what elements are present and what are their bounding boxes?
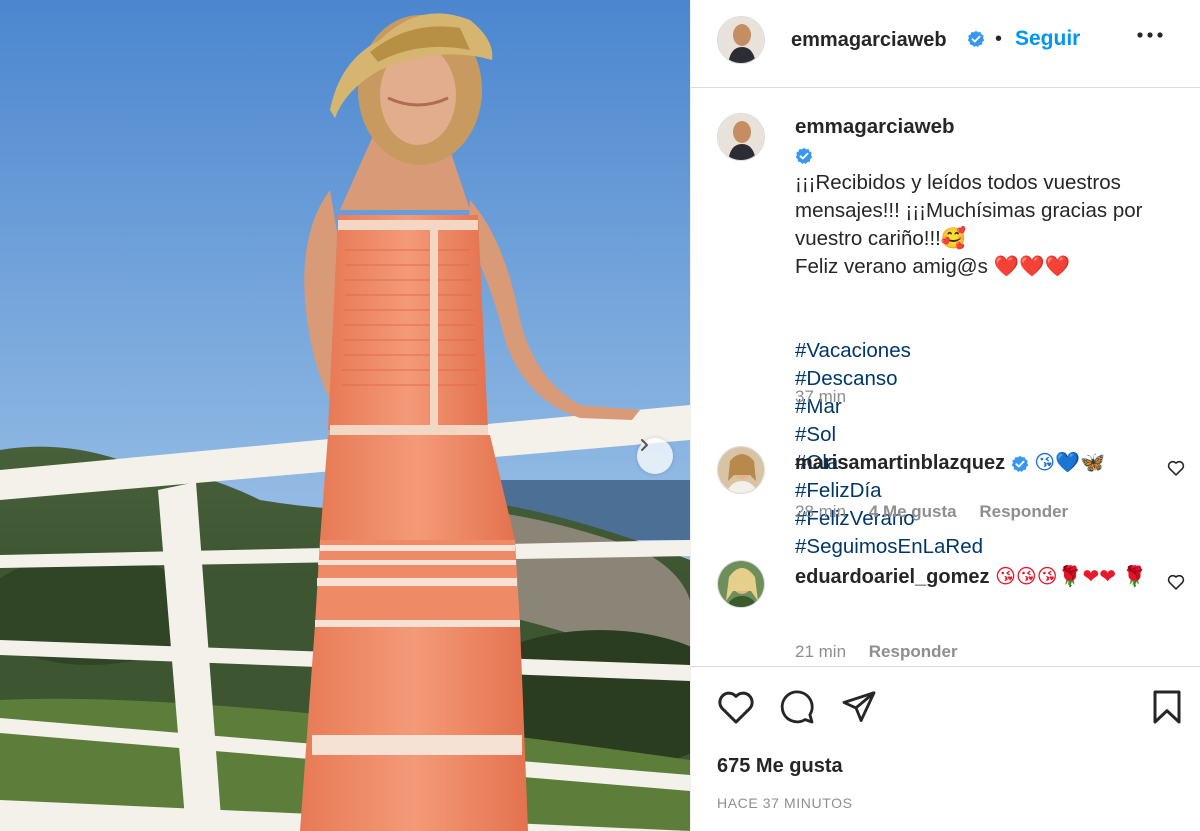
hashtag-link[interactable]: #SeguimosEnLaRed [795, 535, 983, 558]
commenter-avatar[interactable] [717, 446, 765, 494]
chevron-right-icon [641, 439, 648, 451]
hashtag-link[interactable]: #Vacaciones [795, 339, 911, 362]
comment-meta: 21 min Responder [795, 642, 976, 662]
author-avatar[interactable] [717, 16, 765, 64]
comment-body: 😘😘😘🌹❤❤ 🌹 [995, 564, 1148, 588]
next-photo-button[interactable] [637, 438, 673, 474]
post-caption: emmagarciaweb ¡¡¡Recibidos y leídos todo… [795, 113, 1175, 561]
author-username[interactable]: emmagarciaweb [791, 29, 947, 52]
post-image [0, 0, 690, 831]
reply-button[interactable]: Responder [869, 642, 958, 661]
more-options-icon[interactable] [1137, 32, 1163, 38]
heart-outline-icon[interactable] [1167, 460, 1185, 476]
comment-timestamp[interactable]: 28 min [795, 502, 846, 521]
comment-timestamp[interactable]: 21 min [795, 642, 846, 661]
post-photo[interactable] [0, 0, 690, 831]
share-icon[interactable] [841, 689, 877, 725]
comment-meta: 28 min 4 Me gusta Responder [795, 502, 1086, 522]
commenter-username[interactable]: marisamartinblazquez [795, 452, 1005, 474]
verified-badge-icon [967, 30, 985, 47]
heart-icon[interactable] [717, 689, 755, 725]
caption-timestamp[interactable]: 37 min [795, 387, 846, 407]
verified-badge-icon [1011, 455, 1028, 472]
comment-text: marisamartinblazquez 😘💙🦋 [795, 449, 1155, 476]
comments-list[interactable]: emmagarciaweb ¡¡¡Recibidos y leídos todo… [691, 89, 1200, 666]
commenter-username[interactable]: eduardoariel_gomez [795, 566, 990, 588]
follow-button[interactable]: Seguir [1015, 27, 1080, 51]
likes-count[interactable]: 675 Me gusta [717, 755, 843, 778]
bookmark-icon[interactable] [1151, 689, 1183, 725]
heart-outline-icon[interactable] [1167, 574, 1185, 590]
comment-likes[interactable]: 4 Me gusta [869, 502, 957, 521]
caption-hashtags: #Vacaciones #Descanso #Mar #Sol #Olas #F… [795, 309, 1175, 561]
comment-body: 😘💙🦋 [1034, 450, 1105, 474]
post-side-panel: emmagarciaweb • Seguir emmagarciaweb ¡¡¡… [690, 0, 1200, 831]
commenter-avatar[interactable] [717, 560, 765, 608]
comment-icon[interactable] [779, 689, 815, 725]
post-actions: 675 Me gusta HACE 37 MINUTOS [691, 666, 1200, 831]
reply-button[interactable]: Responder [979, 502, 1068, 521]
comment-text: eduardoariel_gomez 😘😘😘🌹❤❤ 🌹 [795, 563, 1155, 590]
caption-username[interactable]: emmagarciaweb [795, 115, 955, 138]
caption-avatar[interactable] [717, 113, 765, 161]
post-header: emmagarciaweb • Seguir [691, 0, 1200, 88]
hashtag-link[interactable]: #FelizDía [795, 479, 882, 502]
verified-badge-icon [795, 147, 813, 164]
post-timestamp[interactable]: HACE 37 MINUTOS [717, 795, 853, 811]
separator-dot: • [995, 28, 1003, 50]
hashtag-link[interactable]: #Sol [795, 423, 836, 446]
caption-text: ¡¡¡Recibidos y leídos todos vuestros men… [795, 171, 1143, 278]
